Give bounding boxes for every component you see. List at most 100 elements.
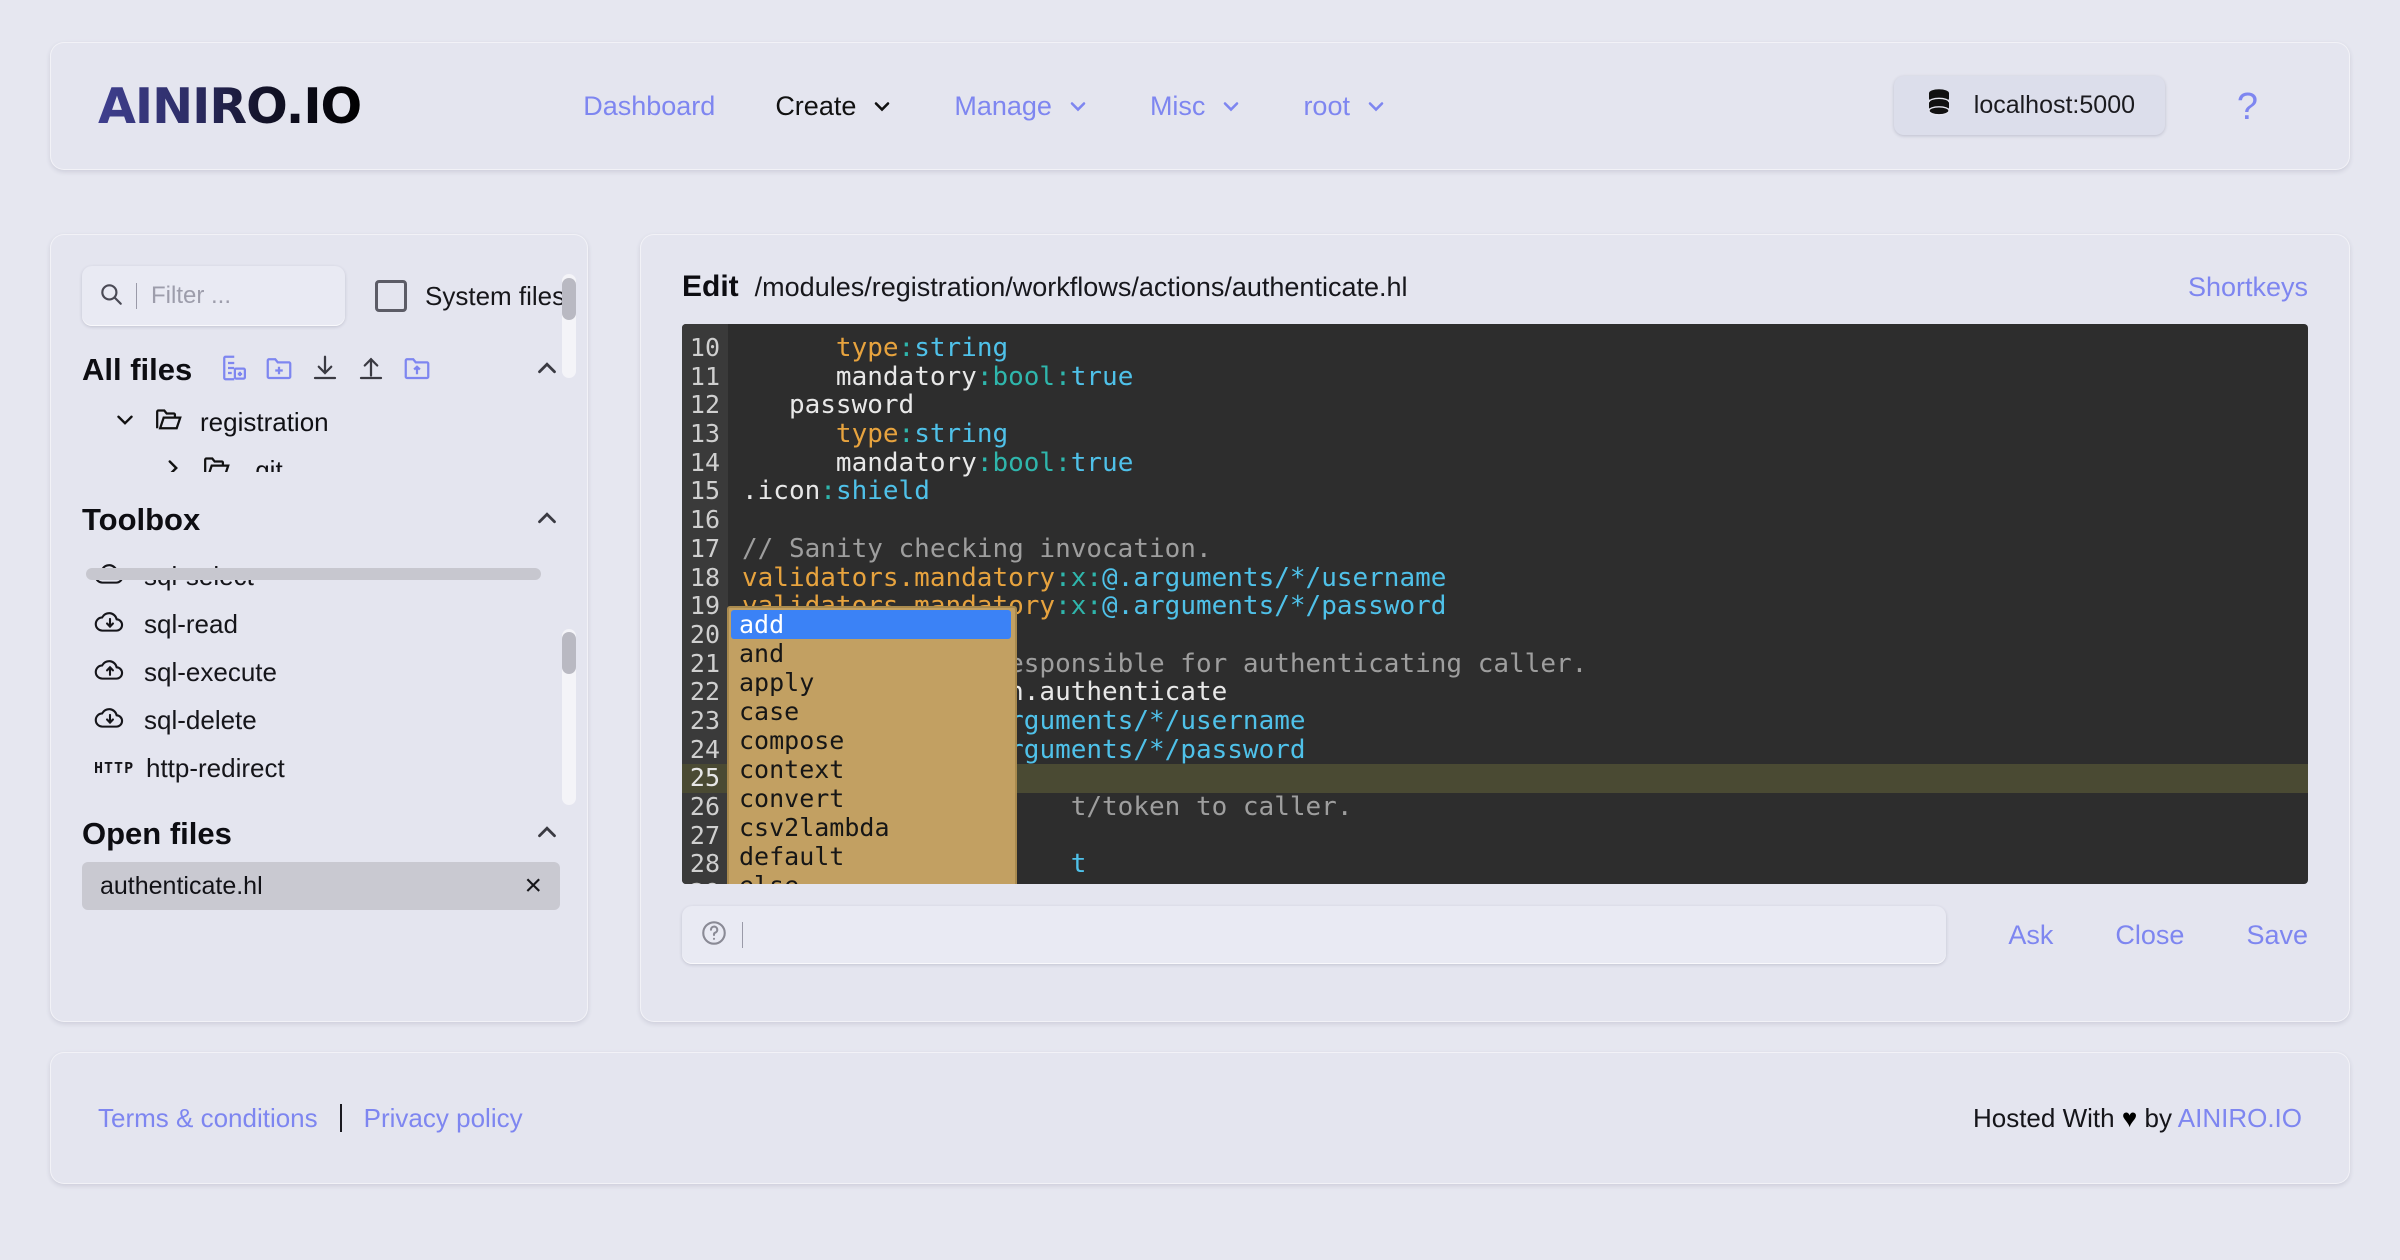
ask-divider [742, 922, 743, 948]
new-file-icon[interactable] [218, 353, 248, 388]
code-line[interactable]: 10 type:string [682, 334, 2308, 363]
folder-icon [154, 407, 184, 438]
app-logo[interactable]: AINIRO.IO [98, 78, 361, 135]
tree-item-registration[interactable]: registration [112, 398, 588, 446]
nav-item-create[interactable]: Create [745, 91, 924, 122]
toolbox-collapse-icon[interactable] [532, 503, 562, 538]
line-number: 18 [682, 564, 728, 593]
chevron-down-icon[interactable] [1066, 94, 1090, 118]
chevron-down-icon[interactable] [1219, 94, 1243, 118]
autocomplete-item[interactable]: csv2lambda [731, 813, 1015, 842]
code-editor[interactable]: 10 type:string11 mandatory:bool:true12 p… [682, 324, 2308, 884]
upload-folder-icon[interactable] [402, 353, 432, 388]
editor-panel: Edit /modules/registration/workflows/act… [640, 234, 2350, 1022]
code-line[interactable]: 18validators.mandatory:x:@.arguments/*/u… [682, 564, 2308, 593]
hosted-by-word: by [2144, 1103, 2171, 1133]
autocomplete-item[interactable]: compose [731, 726, 1015, 755]
nav-item-label: Create [775, 91, 856, 122]
nav-item-dashboard[interactable]: Dashboard [553, 91, 745, 122]
files-sidebar: System files All files [50, 234, 588, 1022]
filter-box[interactable] [82, 266, 345, 326]
line-number: 17 [682, 535, 728, 564]
filter-row: System files [50, 234, 588, 326]
system-files-toggle[interactable]: System files [375, 280, 565, 312]
toolbox-item-label: sql-read [144, 609, 238, 640]
editor-file-path: /modules/registration/workflows/actions/… [755, 272, 1408, 303]
ask-input[interactable] [757, 920, 1928, 950]
main-nav: Dashboard Create ManageMiscroot [553, 91, 1418, 122]
system-files-checkbox[interactable] [375, 280, 407, 312]
ask-box[interactable] [682, 906, 1946, 964]
nav-item-label: Dashboard [583, 91, 715, 122]
save-button[interactable]: Save [2246, 920, 2308, 951]
code-line[interactable]: 15.icon:shield [682, 477, 2308, 506]
toolbox-item-sql-execute[interactable]: sql-execute [94, 648, 588, 696]
new-folder-icon[interactable] [264, 353, 294, 388]
open-file-item[interactable]: authenticate.hl × [82, 862, 560, 910]
open-files-header: Open files [50, 816, 588, 852]
toolbox-item-sql-delete[interactable]: sql-delete [94, 696, 588, 744]
line-number: 28 [682, 850, 728, 879]
chevron-down-icon[interactable] [1364, 94, 1388, 118]
line-number: 20 [682, 621, 728, 650]
folder-icon [202, 455, 232, 473]
close-button[interactable]: Close [2115, 920, 2184, 951]
tree-item-git[interactable]: .git [112, 446, 588, 472]
ask-button[interactable]: Ask [2008, 920, 2053, 951]
toolbox-item-label: sql-execute [144, 657, 277, 688]
code-line[interactable]: 12 password [682, 391, 2308, 420]
tree-item-label: registration [200, 407, 329, 438]
top-header: AINIRO.IO DashboardCreateManageMiscroot … [50, 42, 2350, 170]
autocomplete-item[interactable]: case [731, 697, 1015, 726]
page-footer: Terms & conditions Privacy policy Hosted… [50, 1052, 2350, 1184]
code-line[interactable]: 13 type:string [682, 420, 2308, 449]
tree-scroll-thumb[interactable] [562, 278, 576, 320]
ainiro-link[interactable]: AINIRO.IO [2178, 1103, 2302, 1133]
chevron-right-icon[interactable] [160, 455, 186, 473]
code-text: validators.mandatory:x:@.arguments/*/use… [728, 564, 1446, 593]
autocomplete-item[interactable]: default [731, 842, 1015, 871]
cloud-download-icon [94, 704, 126, 737]
autocomplete-item[interactable]: and [731, 639, 1015, 668]
autocomplete-dropdown[interactable]: addandapplycasecomposecontextconvertcsv2… [727, 606, 1017, 884]
upload-icon[interactable] [356, 353, 386, 388]
chevron-down-icon[interactable] [112, 407, 138, 438]
shortkeys-link[interactable]: Shortkeys [2188, 272, 2308, 303]
editor-footer: Ask Close Save [640, 906, 2350, 964]
autocomplete-item[interactable]: apply [731, 668, 1015, 697]
autocomplete-item[interactable]: add [731, 610, 1011, 639]
close-icon[interactable]: × [524, 871, 542, 901]
terms-link[interactable]: Terms & conditions [98, 1103, 318, 1134]
nav-item-root[interactable]: root [1273, 91, 1418, 122]
line-number: 21 [682, 650, 728, 679]
toolbox-list: sql-selectsql-readsql-executesql-deleteH… [50, 552, 588, 792]
host-badge[interactable]: localhost:5000 [1894, 76, 2165, 135]
all-files-collapse-icon[interactable] [532, 353, 562, 388]
privacy-link[interactable]: Privacy policy [364, 1103, 523, 1134]
toolbox-item-sql-read[interactable]: sql-read [94, 600, 588, 648]
help-icon[interactable]: ? [2237, 86, 2258, 129]
code-line[interactable]: 11 mandatory:bool:true [682, 363, 2308, 392]
toolbox-item-label: http-redirect [146, 753, 285, 784]
chevron-down-icon[interactable] [870, 94, 894, 118]
system-files-label: System files [425, 281, 565, 312]
code-line[interactable]: 16 [682, 506, 2308, 535]
host-label: localhost:5000 [1974, 91, 2135, 120]
autocomplete-item[interactable]: else [731, 871, 1015, 884]
toolbox-item-http-redirect[interactable]: HTTPhttp-redirect [94, 744, 588, 792]
code-line[interactable]: 17// Sanity checking invocation. [682, 535, 2308, 564]
nav-item-misc[interactable]: Misc [1120, 91, 1274, 122]
download-icon[interactable] [310, 353, 340, 388]
nav-item-manage[interactable]: Manage [924, 91, 1120, 122]
code-line[interactable]: 14 mandatory:bool:true [682, 449, 2308, 478]
autocomplete-item[interactable]: context [731, 755, 1015, 784]
tree-horizontal-scrollbar[interactable] [86, 568, 541, 580]
footer-divider [340, 1104, 342, 1132]
code-text: mandatory:bool:true [728, 363, 1133, 392]
heart-icon: ♥ [2122, 1103, 2137, 1133]
open-files-collapse-icon[interactable] [532, 817, 562, 852]
toolbox-scroll-thumb[interactable] [562, 632, 576, 674]
autocomplete-item[interactable]: convert [731, 784, 1015, 813]
line-number: 24 [682, 736, 728, 765]
search-input[interactable] [149, 281, 299, 311]
